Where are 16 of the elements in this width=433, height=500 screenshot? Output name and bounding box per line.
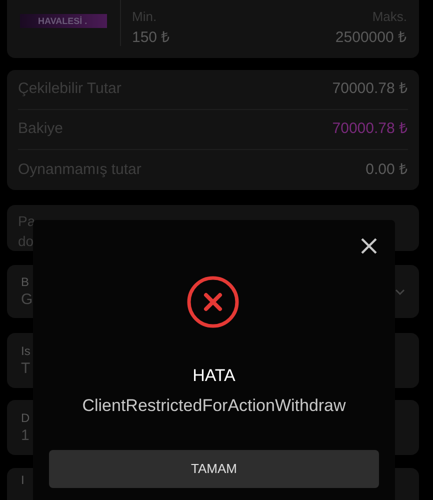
balance-value: 0.00 ₺	[366, 160, 408, 180]
chevron-down-icon	[395, 288, 405, 294]
min-value: 150 ₺	[132, 28, 170, 48]
field-label: I	[21, 472, 24, 488]
max-value: 2500000 ₺	[335, 28, 407, 48]
ok-button[interactable]: TAMAM	[49, 450, 379, 488]
dialog-title: HATA	[192, 365, 236, 387]
payment-logo: HAVALESİ .	[20, 14, 107, 28]
close-button[interactable]	[360, 237, 378, 255]
field-label: D	[21, 410, 30, 426]
error-icon	[186, 275, 240, 329]
field-label: B	[21, 274, 30, 290]
error-message: ClientRestrictedForActionWithdraw	[82, 395, 346, 417]
balance-value: 70000.78 ₺	[332, 119, 408, 140]
field-label: Is	[21, 342, 30, 358]
balance-value: 70000.78 ₺	[332, 79, 408, 100]
